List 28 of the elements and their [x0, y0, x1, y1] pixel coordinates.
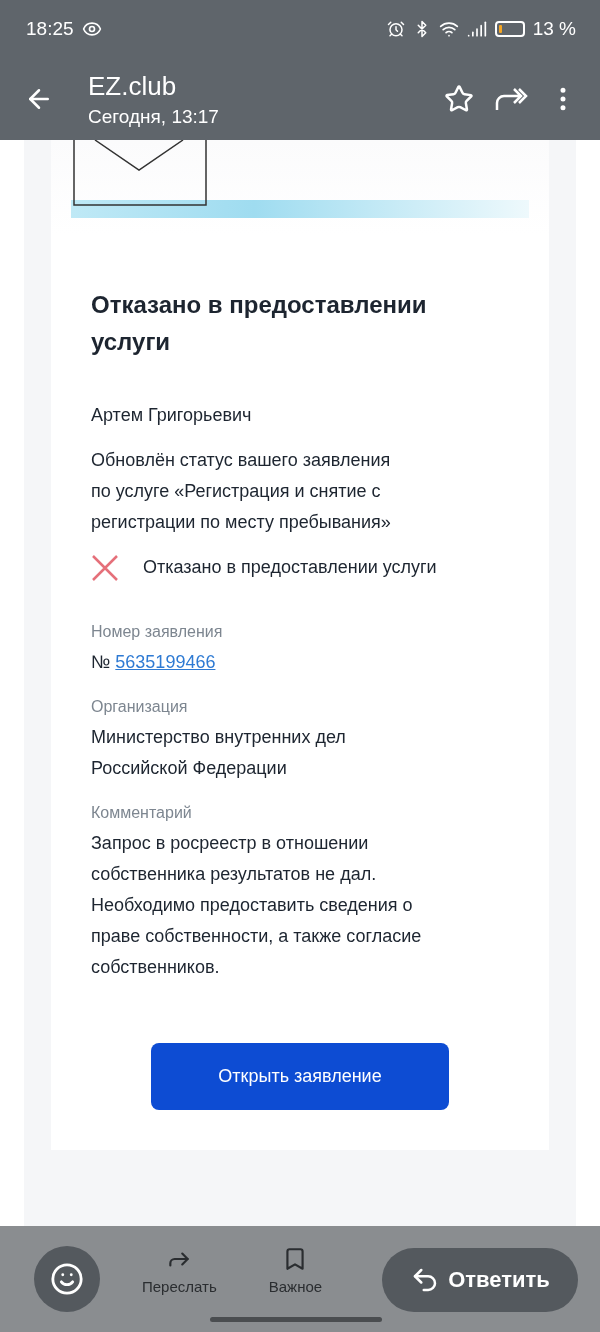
star-icon[interactable] — [444, 84, 474, 114]
field-label: Номер заявления — [91, 623, 224, 641]
toolbar-button[interactable]: Важное — [268, 1246, 323, 1308]
reply-button[interactable]: Ответить — [382, 1248, 578, 1312]
application-link[interactable]: 5635199466 — [115, 652, 216, 672]
field-value: Министерство внутренних дел Российской Федерации — [91, 726, 347, 780]
sender-name: EZ.club — [88, 70, 178, 102]
toolbar-button[interactable]: Переслать — [142, 1246, 217, 1308]
alarm-icon — [386, 20, 405, 38]
status-time: 18:25 — [26, 18, 74, 40]
field-label: Организация — [91, 698, 189, 716]
wifi-icon — [438, 19, 459, 39]
message-heading: Отказано в предоставлении услуги — [91, 290, 428, 357]
application-number: № 5635199466 — [91, 651, 217, 674]
status-text: Отказано в предоставлении услуги — [143, 556, 437, 579]
open-application-button[interactable]: Открыть заявление — [151, 1043, 449, 1110]
eye-icon — [81, 19, 102, 39]
greeting: Артем Григорьевич — [91, 404, 253, 427]
message-date: Сегодня, 13:17 — [88, 105, 220, 128]
forward-all-icon[interactable] — [494, 86, 528, 112]
message-text: Обновлён статус вашего заявления по услуге «Регистрация и снятие с регистрации по месту пребывания» — [91, 449, 392, 534]
signal-icon — [466, 19, 487, 39]
battery-icon — [494, 21, 525, 37]
battery-percent: 13 % — [532, 18, 576, 40]
cross-icon — [91, 553, 119, 582]
smile-icon — [50, 1262, 84, 1296]
field-value: Запрос в росреестр в отношении собственника результатов не дал. Необходимо предоставить сведения о праве собственности, а также согласие собственников. — [91, 832, 423, 979]
field-label: Комментарий — [91, 804, 193, 822]
